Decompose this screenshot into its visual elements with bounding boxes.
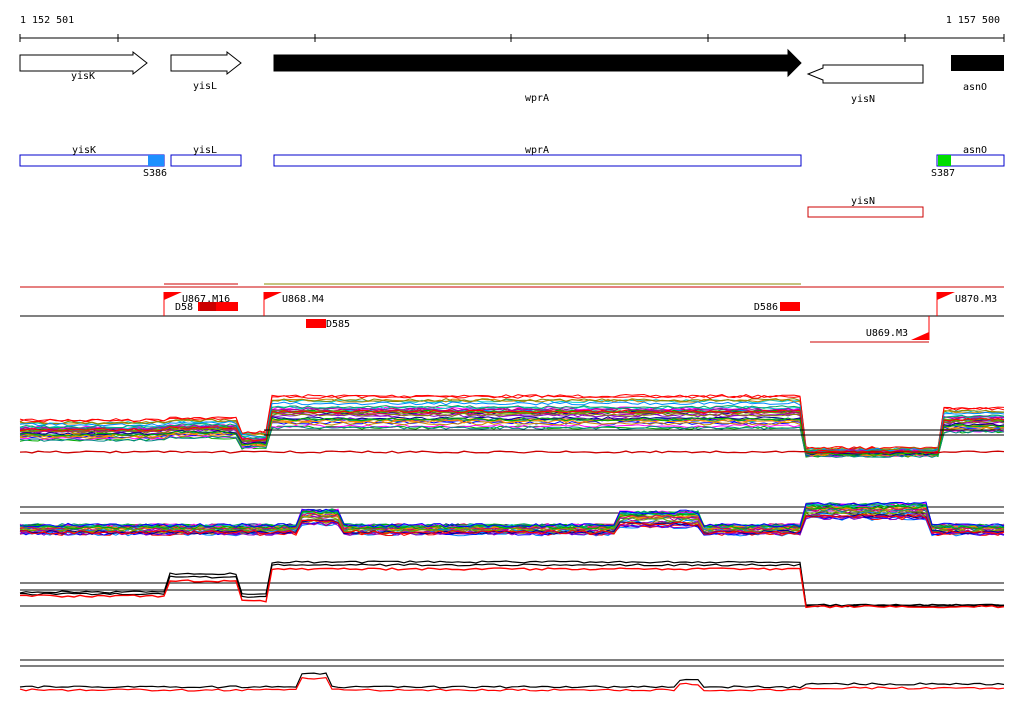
expression-track-selected-pair — [19, 560, 1005, 609]
annotation-track: yisK yisL wprA asnO yisN S386 S387 — [19, 145, 1005, 218]
downshift-box-dark — [200, 302, 216, 311]
gene-label-yisN: yisN — [851, 94, 875, 105]
gene-arrow-yisL[interactable] — [170, 50, 242, 76]
annotation-label-wprA: wprA — [525, 145, 549, 156]
gene-arrow-yisN[interactable] — [806, 64, 924, 84]
annotation-box-yisN[interactable] — [807, 206, 924, 218]
gene-label-yisK: yisK — [71, 71, 95, 82]
unit-U870-M3[interactable]: U870.M3 — [936, 292, 997, 316]
gene-label-wprA: wprA — [525, 93, 549, 104]
gene-label-asnO: asnO — [963, 82, 987, 93]
downshift-D586[interactable]: D586 — [754, 302, 800, 313]
annotation-box-yisK[interactable] — [19, 154, 165, 167]
unit-U868-M4[interactable]: U868.M4 — [263, 292, 324, 316]
downshift-label: D58 — [175, 302, 193, 313]
gene-wprA[interactable]: wprA — [273, 48, 802, 104]
gene-yisL[interactable]: yisL — [170, 50, 242, 92]
gene-asnO[interactable]: asnO — [951, 55, 1004, 93]
expression-track-multi-condition-2 — [19, 501, 1005, 537]
unit-label: U868.M4 — [282, 294, 324, 305]
ruler-end-label: 1 157 500 — [946, 15, 1000, 26]
coordinate-ruler: 1 152 501 1 157 500 — [19, 15, 1005, 42]
transcription-units-track: U867.M16 U868.M4 U869.M3 U870.M3 D58 D58… — [20, 283, 1004, 343]
genome-browser-view: 1 152 501 1 157 500 yisK yisL wprA yisN … — [0, 0, 1024, 714]
annotation-label-yisK: yisK — [72, 145, 96, 156]
unit-flag-icon[interactable] — [911, 332, 929, 340]
unit-flag-icon[interactable] — [264, 292, 282, 300]
unit-flag-icon[interactable] — [164, 292, 182, 300]
gene-label-yisL: yisL — [193, 81, 217, 92]
downshift-label: D586 — [754, 302, 778, 313]
downshift-D58[interactable]: D58 — [175, 302, 238, 313]
annotation-label-yisN: yisN — [851, 196, 875, 207]
unit-flag-icon[interactable] — [937, 292, 955, 300]
genome-viewer-svg: 1 152 501 1 157 500 yisK yisL wprA yisN … — [19, 15, 1005, 692]
downshift-D585[interactable]: D585 — [306, 319, 350, 330]
marker-S386[interactable] — [148, 155, 164, 166]
annotation-label-asnO: asnO — [963, 145, 987, 156]
downshift-label: D585 — [326, 319, 350, 330]
gene-yisK[interactable]: yisK — [19, 50, 148, 82]
annotation-box-yisL[interactable] — [170, 154, 242, 167]
gene-track: yisK yisL wprA yisN asnO — [19, 48, 1004, 105]
annotation-label-yisL: yisL — [193, 145, 217, 156]
downshift-box[interactable] — [780, 302, 800, 311]
gene-arrow-wprA[interactable] — [273, 48, 802, 78]
expression-track-selected-pair-2 — [19, 659, 1005, 692]
gene-arrow-asnO[interactable] — [951, 55, 1004, 71]
marker-label-S386: S386 — [143, 168, 167, 179]
marker-S387[interactable] — [938, 155, 951, 166]
expression-profile-line — [19, 567, 1005, 609]
annotation-box-wprA[interactable] — [273, 154, 802, 167]
unit-label: U869.M3 — [866, 328, 908, 339]
expression-track-multi-condition — [19, 393, 1005, 458]
marker-label-S387: S387 — [931, 168, 955, 179]
ruler-start-label: 1 152 501 — [20, 15, 74, 26]
expression-profile-line — [19, 676, 1005, 692]
downshift-box[interactable] — [306, 319, 326, 328]
unit-U869-M3[interactable]: U869.M3 — [866, 316, 930, 340]
expression-profile-line — [19, 672, 1005, 689]
unit-label: U870.M3 — [955, 294, 997, 305]
gene-yisN[interactable]: yisN — [806, 64, 924, 105]
